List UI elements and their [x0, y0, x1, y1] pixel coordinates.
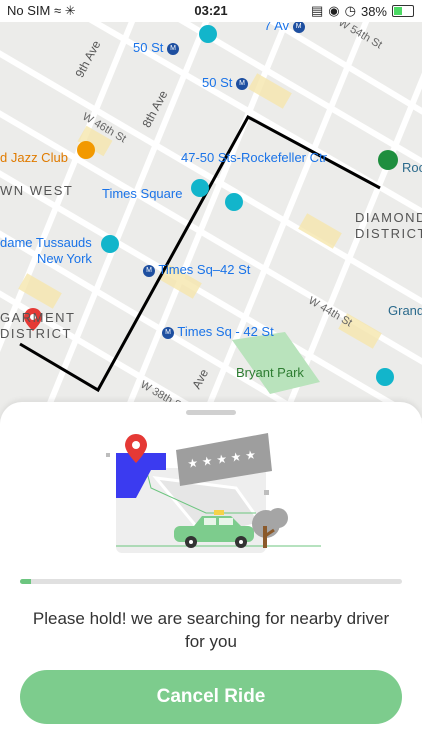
search-progress-fill [20, 579, 32, 584]
times-square-marker [191, 179, 209, 197]
place-tussauds-1[interactable]: dame Tussauds [0, 235, 92, 250]
cancel-ride-button[interactable]: Cancel Ride [20, 670, 402, 724]
drag-handle[interactable] [186, 410, 236, 415]
district-west: WN WEST [0, 183, 74, 198]
museum-marker [225, 193, 243, 211]
place-jazz-club[interactable]: d Jazz Club [0, 150, 68, 165]
subway-icon: M [143, 264, 155, 277]
rockefeller-marker [378, 150, 398, 170]
place-bryant-park[interactable]: Bryant Park [236, 365, 304, 380]
station-times-sq-b: M Times Sq - 42 St [162, 324, 274, 339]
jazz-club-marker [77, 141, 95, 159]
station-50st-b: 50 St M [202, 75, 248, 90]
map-view[interactable]: 9th Ave 8th Ave W 46th St W 44th St W 38… [0, 22, 422, 422]
bed-icon: ▤ [310, 3, 324, 18]
station-50st-a-label: 50 St [133, 40, 164, 55]
station-rockefeller: 47-50 Sts-Rockefeller Ctr [181, 150, 327, 165]
battery-percent: 38% [360, 3, 387, 19]
battery-fill [394, 7, 402, 15]
place-tussauds-2[interactable]: New York [37, 251, 92, 266]
searching-illustration: ★ ★ ★ ★ ★ [106, 433, 321, 553]
subway-icon: M [235, 77, 248, 90]
district-garment-2: DISTRICT [0, 326, 72, 341]
station-times-sq-a-label: Times Sq–42 St [158, 262, 251, 277]
subway-icon: M [162, 326, 174, 339]
camera-marker [376, 368, 394, 386]
place-roc[interactable]: Roc [402, 160, 422, 175]
battery-icon [392, 5, 414, 17]
orientation-lock-icon: ◉ [328, 3, 340, 18]
place-times-square[interactable]: Times Square [102, 186, 182, 201]
station-times-sq-b-label: Times Sq - 42 St [177, 324, 274, 339]
subway-icon: M [292, 22, 305, 33]
station-times-sq-a: M Times Sq–42 St [143, 262, 250, 277]
station-50st-a: 50 St M [133, 40, 179, 55]
subway-icon: M [166, 42, 179, 55]
station-7av: 7 Av M [264, 22, 305, 33]
district-diamond-2: DISTRICT [355, 226, 422, 241]
status-right: ▤ ◉ ◷ 38% [311, 3, 414, 19]
poi-top-marker [199, 25, 217, 43]
status-bar: No SIM ≈ ✳ 03:21 ▤ ◉ ◷ 38% [0, 0, 422, 22]
station-50st-b-label: 50 St [202, 75, 233, 90]
searching-message: Please hold! we are searching for nearby… [32, 609, 390, 651]
search-progress-bar [20, 579, 402, 584]
searching-sheet: ★ ★ ★ ★ ★ Please hold! we are searching … [0, 402, 422, 750]
alarm-icon: ◷ [344, 3, 356, 18]
tussauds-marker [101, 235, 119, 253]
district-diamond-1: DIAMOND [355, 210, 422, 225]
place-grand[interactable]: Grand [388, 303, 422, 318]
district-garment-1: GARMENT [0, 310, 76, 325]
station-7av-label: 7 Av [264, 22, 290, 33]
